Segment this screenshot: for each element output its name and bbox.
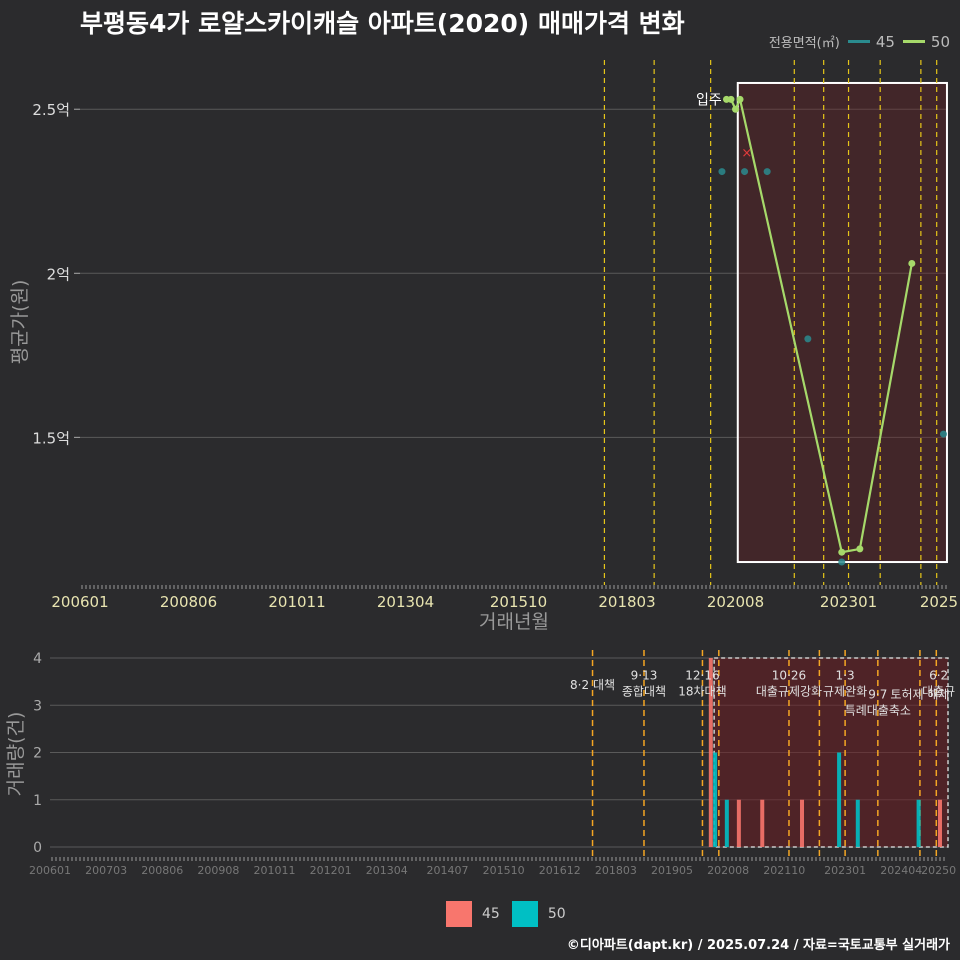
volume-policy-label: 6·2	[929, 668, 948, 682]
volume-bar-45	[736, 799, 741, 847]
price-x-tick-label: 201510	[490, 593, 547, 611]
legend-box-45-icon	[446, 901, 472, 927]
volume-bar-45	[760, 799, 765, 847]
volume-bar-45	[800, 799, 805, 847]
price-point-50	[908, 259, 916, 267]
volume-x-tick-label: 200908	[197, 864, 239, 877]
price-point-45	[939, 430, 947, 438]
legend-box-50-icon	[511, 901, 538, 927]
volume-x-tick-label: 201612	[539, 864, 581, 877]
price-point-45	[741, 168, 749, 176]
price-x-tick-label: 200806	[160, 593, 217, 611]
price-x-tick-label: 2025	[920, 593, 958, 611]
price-point-45	[804, 335, 812, 343]
volume-policy-label: 대출규제강화	[756, 684, 822, 698]
volume-bar-50	[916, 799, 921, 847]
price-highlight-box	[736, 81, 948, 564]
price-x-tick-label: 200601	[51, 593, 108, 611]
price-outlier-mark: ×	[741, 146, 752, 161]
price-y-tick-label: 2억	[47, 265, 70, 283]
price-point-50	[727, 95, 735, 103]
price-point-50	[856, 545, 864, 553]
volume-policy-label: 규제완화	[823, 684, 867, 698]
volume-policy-label: 12·16	[685, 668, 719, 682]
volume-bar-45	[937, 799, 942, 847]
price-point-45	[763, 168, 771, 176]
volume-policy-label: 9·7	[868, 687, 887, 701]
volume-policy-label: 1·3	[836, 668, 855, 682]
volume-x-tick-label: 202404	[880, 864, 922, 877]
price-x-axis-label: 거래년월	[479, 611, 549, 633]
volume-policy-label: 8·2 대책	[570, 677, 615, 692]
price-annotation-label: 입주	[696, 92, 722, 108]
price-y-tick-label: 2.5억	[32, 101, 70, 119]
price-point-45	[718, 168, 726, 176]
volume-y-tick-label: 4	[33, 651, 42, 667]
price-y-axis-label: 평균가(원)	[9, 280, 31, 365]
volume-bar-50	[713, 752, 718, 847]
volume-policy-label: 대출규	[922, 684, 955, 698]
volume-x-tick-label: 201510	[483, 864, 525, 877]
volume-x-tick-label: 201201	[310, 864, 352, 877]
legend-bar-item-45[interactable]: 45	[446, 901, 500, 927]
price-chart: 1.5억 2억 2.5억 200601 200806 201011 201304 201510…	[9, 60, 958, 633]
volume-y-tick-label: 3	[33, 698, 42, 714]
price-x-tick-label: 201011	[268, 593, 325, 611]
volume-x-tick-label: 201905	[651, 864, 693, 877]
volume-bar-50	[837, 752, 842, 847]
volume-y-tick-label: 0	[33, 840, 42, 856]
volume-x-tick-label: 201304	[366, 864, 408, 877]
price-point-50	[736, 95, 744, 103]
price-x-tick-label: 202008	[707, 593, 764, 611]
volume-policy-label: 18차대책	[678, 683, 726, 698]
price-x-tick-label: 201304	[377, 593, 434, 611]
price-x-tick-label: 202301	[820, 593, 877, 611]
legend-bar-item-50[interactable]: 50	[511, 901, 566, 927]
volume-policy-label: 특례대출축소	[845, 703, 911, 717]
volume-x-tick-label: 201407	[427, 864, 469, 877]
volume-x-tick-label: 202301	[824, 864, 866, 877]
volume-policy-label: 10·26	[772, 668, 806, 682]
price-x-tick-label: 201803	[598, 593, 655, 611]
chart-canvas: 1.5억 2억 2.5억 200601 200806 201011 201304 201510…	[5, 60, 958, 877]
volume-x-tick-label: 202008	[707, 864, 749, 877]
volume-policy-label: 9·13	[631, 668, 658, 682]
price-y-tick-label: 1.5억	[32, 429, 70, 447]
volume-y-tick-label: 1	[33, 793, 42, 809]
volume-y-axis-label: 거래량(건)	[5, 712, 27, 797]
footer-credit: ©디아파트(dapt.kr) / 2025.07.24 / 자료=국토교통부 실…	[566, 938, 950, 953]
volume-x-tick-label: 200806	[141, 864, 183, 877]
price-point-50	[732, 105, 740, 113]
price-point-50	[838, 548, 846, 556]
volume-x-tick-label: 20250	[921, 864, 956, 877]
volume-y-tick-label: 2	[33, 746, 42, 762]
volume-chart: 0 1 2 3 4 200601 200703 200806 200908 201011 20120…	[5, 650, 956, 877]
price-point-45	[838, 558, 846, 566]
volume-x-tick-label: 201803	[595, 864, 637, 877]
volume-policy-label: 종합대책	[622, 683, 666, 698]
volume-bar-50	[724, 799, 729, 847]
legend-bar-label-45: 45	[482, 906, 500, 922]
volume-x-tick-label: 201011	[254, 864, 296, 877]
legend-bar-label-50: 50	[547, 906, 566, 922]
volume-x-tick-label: 202110	[763, 864, 805, 877]
volume-x-tick-label: 200703	[85, 864, 127, 877]
volume-x-tick-label: 200601	[29, 864, 71, 877]
volume-bar-50	[855, 799, 860, 847]
bottom-legend: 45 50	[446, 901, 566, 927]
